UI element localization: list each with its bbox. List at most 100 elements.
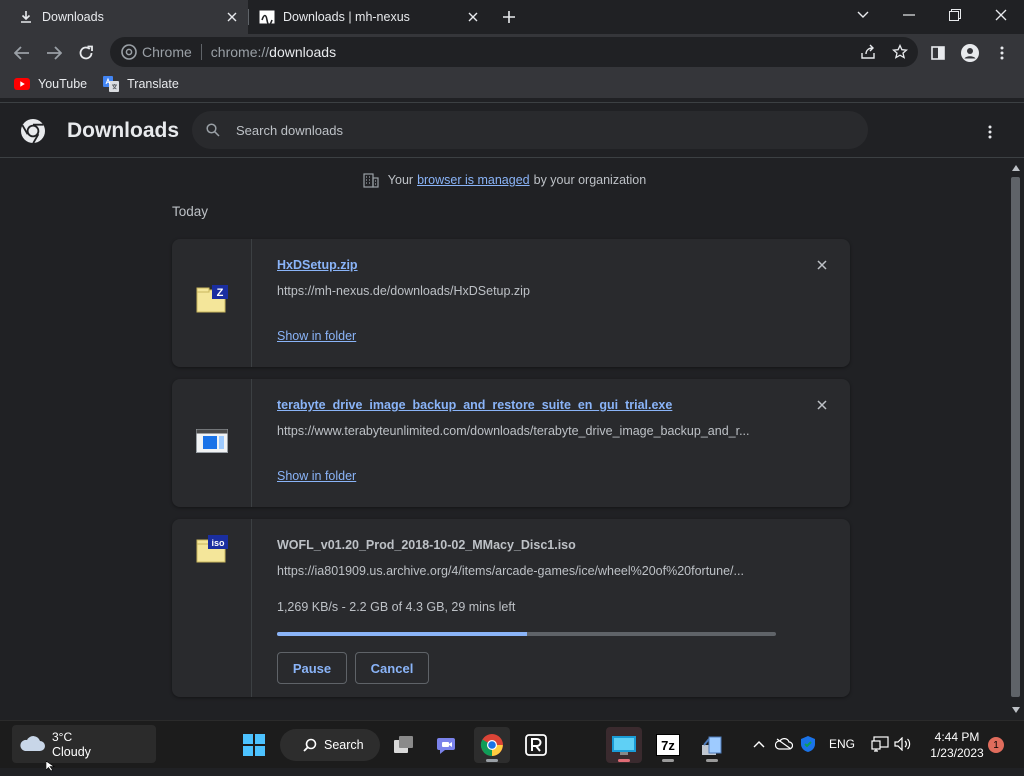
start-button[interactable]: [236, 727, 272, 763]
onedrive-cloud-icon[interactable]: [774, 733, 794, 755]
file-url[interactable]: https://mh-nexus.de/downloads/HxDSetup.z…: [277, 284, 777, 298]
browser-toolbar: Chrome chrome:// downloads: [0, 34, 1024, 70]
tab-strip: Downloads Downloads | mh-nexus: [0, 0, 1024, 34]
iso-image-icon: iso: [196, 535, 228, 565]
show-in-folder-link[interactable]: Show in folder: [277, 469, 356, 483]
bookmark-youtube[interactable]: YouTube: [14, 76, 87, 92]
tab-title: Downloads: [42, 10, 104, 24]
remove-download-icon[interactable]: [812, 395, 832, 415]
tab-mh-nexus[interactable]: Downloads | mh-nexus: [249, 0, 489, 34]
downloads-more-actions-icon[interactable]: [978, 120, 1002, 144]
bookmarks-bar: YouTube Translate: [0, 70, 1024, 98]
pause-button[interactable]: Pause: [277, 652, 347, 684]
file-url[interactable]: https://ia801909.us.archive.org/4/items/…: [277, 564, 777, 578]
active-app-indicator: [486, 759, 498, 762]
notification-badge[interactable]: 1: [988, 737, 1004, 753]
weather-widget[interactable]: 3°C Cloudy: [12, 725, 156, 763]
mh-nexus-favicon-icon: [259, 9, 275, 25]
remote-desktop-icon[interactable]: [606, 727, 642, 763]
download-item: Z HxDSetup.zip https://mh-nexus.de/downl…: [172, 239, 850, 367]
file-name-link[interactable]: terabyte_drive_image_backup_and_restore_…: [277, 398, 672, 412]
scrollbar-thumb[interactable]: [1011, 177, 1020, 697]
new-tab-button[interactable]: [498, 6, 520, 28]
show-hidden-icons-chevron-icon[interactable]: [750, 733, 768, 755]
close-tab-icon[interactable]: [463, 7, 483, 27]
page-scrollbar[interactable]: [1008, 159, 1024, 720]
chrome-taskbar-icon[interactable]: [474, 727, 510, 763]
share-icon[interactable]: [856, 41, 880, 63]
building-icon: [362, 171, 380, 189]
restore-button[interactable]: [932, 0, 978, 30]
downloads-list: Your browser is managed by your organiza…: [0, 159, 1008, 720]
file-name[interactable]: WOFL_v01.20_Prod_2018-10-02_MMacy_Disc1.…: [277, 538, 576, 552]
installer-app-icon[interactable]: [694, 727, 730, 763]
system-clock[interactable]: 4:44 PM 1/23/2023: [918, 729, 996, 761]
search-icon: [302, 737, 318, 753]
task-view-icon[interactable]: [386, 727, 422, 763]
show-in-folder-link[interactable]: Show in folder: [277, 329, 356, 343]
taskbar-search-button[interactable]: Search: [280, 729, 380, 761]
network-icon[interactable]: [868, 733, 892, 755]
url-scheme: chrome://: [210, 44, 270, 60]
tab-search-chevron-icon[interactable]: [840, 0, 886, 30]
svg-text:Z: Z: [217, 287, 224, 299]
file-icon-column: [172, 379, 252, 507]
7zip-icon[interactable]: 7z: [650, 727, 686, 763]
weather-condition: Cloudy: [52, 745, 91, 759]
chrome-site-icon[interactable]: [120, 43, 138, 61]
chrome-logo-icon: [20, 118, 46, 144]
search-downloads-box[interactable]: [192, 111, 868, 149]
svg-text:7z: 7z: [661, 738, 675, 753]
page-title: Downloads: [67, 119, 180, 142]
file-url[interactable]: https://www.terabyteunlimited.com/downlo…: [277, 424, 777, 438]
download-progress-bar: [277, 632, 776, 636]
profile-icon[interactable]: [956, 39, 984, 67]
r-app-icon[interactable]: [518, 727, 554, 763]
taskbar-search-label: Search: [324, 738, 364, 752]
date-header: Today: [172, 204, 209, 219]
close-window-button[interactable]: [978, 0, 1024, 30]
bookmark-translate[interactable]: Translate: [103, 76, 179, 92]
bookmark-label: YouTube: [38, 77, 88, 91]
app-running-indicator: [618, 759, 630, 762]
scroll-up-arrow-icon[interactable]: [1011, 163, 1021, 173]
site-label: Chrome: [142, 44, 192, 60]
close-tab-icon[interactable]: [222, 7, 242, 27]
side-panel-icon[interactable]: [924, 39, 952, 67]
download-item-in-progress: iso WOFL_v01.20_Prod_2018-10-02_MMacy_Di…: [172, 519, 850, 697]
windows-taskbar: 3°C Cloudy Search 7z ENG 4:44 PM 1/23/20…: [0, 720, 1024, 768]
bookmark-star-icon[interactable]: [888, 41, 912, 63]
zip-archive-icon: Z: [196, 285, 228, 315]
managed-text-before: Your: [387, 173, 414, 187]
executable-icon: [196, 429, 228, 459]
tab-downloads[interactable]: Downloads: [0, 0, 248, 34]
app-running-indicator: [706, 759, 718, 762]
browser-menu-icon[interactable]: [988, 39, 1016, 67]
browser-managed-link[interactable]: browser is managed: [417, 173, 530, 187]
weather-temperature: 3°C: [52, 730, 73, 744]
file-icon-column: iso: [172, 519, 252, 697]
clock-time: 4:44 PM: [934, 730, 980, 744]
input-language[interactable]: ENG: [826, 733, 858, 755]
managed-notice: Your browser is managed by your organiza…: [0, 171, 1008, 189]
downloads-header: Downloads: [0, 103, 1024, 158]
address-bar[interactable]: Chrome chrome:// downloads: [110, 37, 918, 67]
cancel-button[interactable]: Cancel: [355, 652, 429, 684]
back-button[interactable]: [8, 39, 36, 67]
managed-text-after: by your organization: [533, 173, 647, 187]
bookmark-label: Translate: [127, 77, 179, 91]
search-input[interactable]: [236, 122, 796, 138]
volume-icon[interactable]: [892, 733, 914, 755]
windows-security-shield-icon[interactable]: [798, 733, 818, 755]
remove-download-icon[interactable]: [812, 255, 832, 275]
youtube-icon: [14, 76, 30, 92]
file-name-link[interactable]: HxDSetup.zip: [277, 258, 358, 272]
forward-button[interactable]: [40, 39, 68, 67]
teams-chat-icon[interactable]: [430, 727, 466, 763]
reload-button[interactable]: [72, 39, 100, 67]
cloud-icon: [18, 733, 46, 755]
tab-title: Downloads | mh-nexus: [283, 10, 410, 24]
app-running-indicator: [662, 759, 674, 762]
scroll-down-arrow-icon[interactable]: [1011, 705, 1021, 715]
minimize-button[interactable]: [886, 0, 932, 30]
